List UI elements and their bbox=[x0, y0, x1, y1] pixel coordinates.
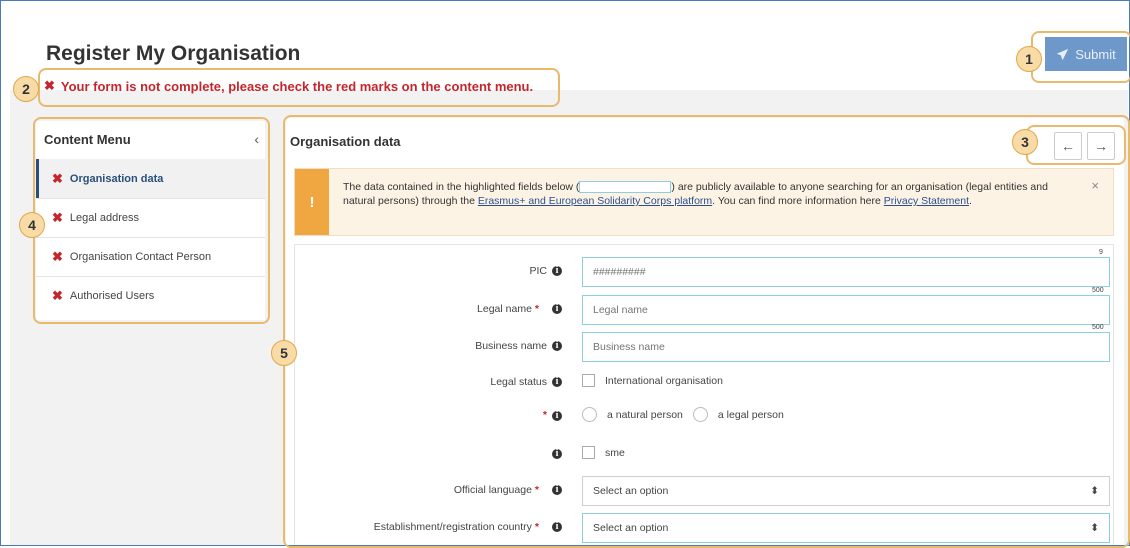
callout-box-nav bbox=[1026, 125, 1126, 165]
page-title: Register My Organisation bbox=[46, 42, 301, 65]
callout-5: 5 bbox=[271, 340, 297, 366]
error-x-icon: ✖ bbox=[44, 78, 55, 93]
callout-box-panel bbox=[283, 115, 1130, 548]
submit-button[interactable]: Submit bbox=[1045, 37, 1127, 71]
callout-2: 2 bbox=[13, 76, 39, 102]
paper-plane-icon bbox=[1057, 48, 1069, 60]
callout-box-menu bbox=[33, 117, 270, 324]
form-error-message: ✖ Your form is not complete, please chec… bbox=[44, 78, 533, 94]
error-text: Your form is not complete, please check … bbox=[60, 78, 534, 94]
callout-3: 3 bbox=[1012, 129, 1038, 155]
callout-4: 4 bbox=[19, 212, 45, 238]
submit-label: Submit bbox=[1075, 46, 1116, 62]
callout-1: 1 bbox=[1016, 46, 1042, 72]
